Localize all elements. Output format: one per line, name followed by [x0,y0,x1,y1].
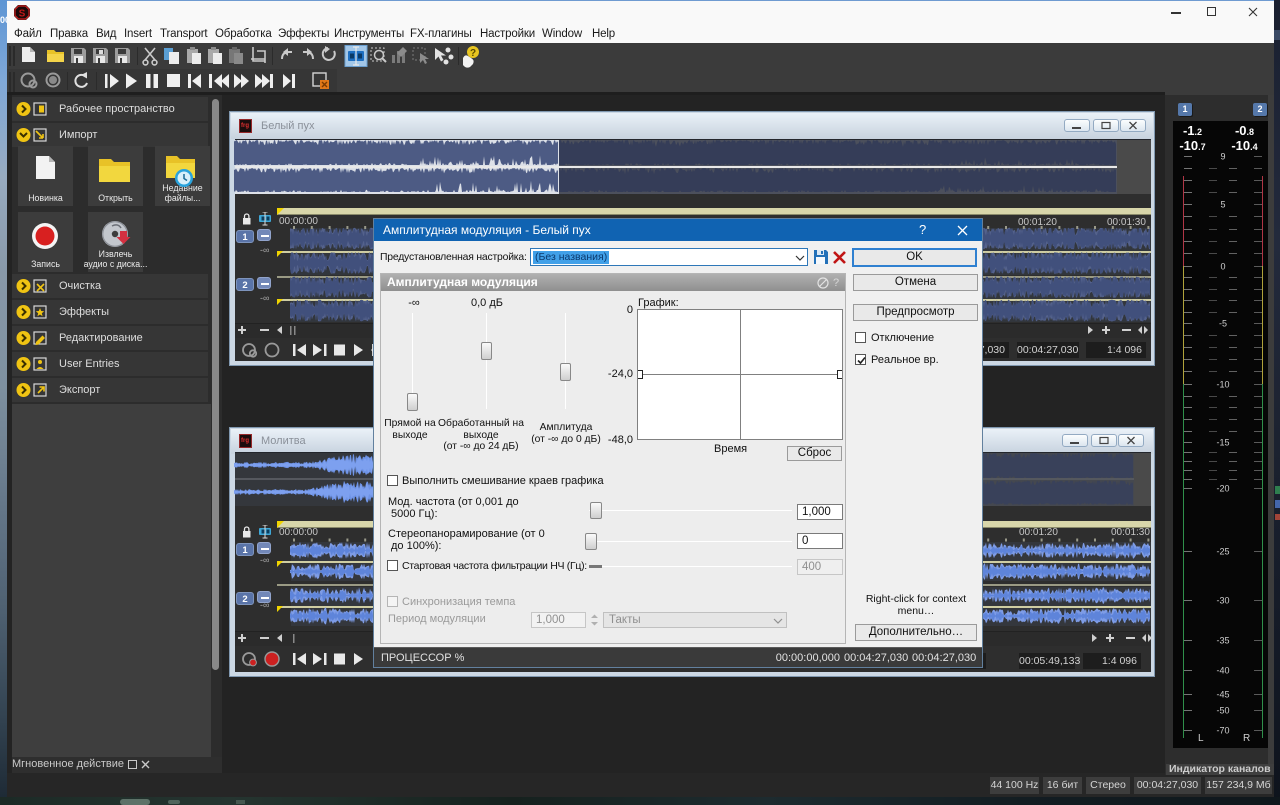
svg-text:?: ? [470,48,476,59]
svg-text:S: S [19,9,26,20]
